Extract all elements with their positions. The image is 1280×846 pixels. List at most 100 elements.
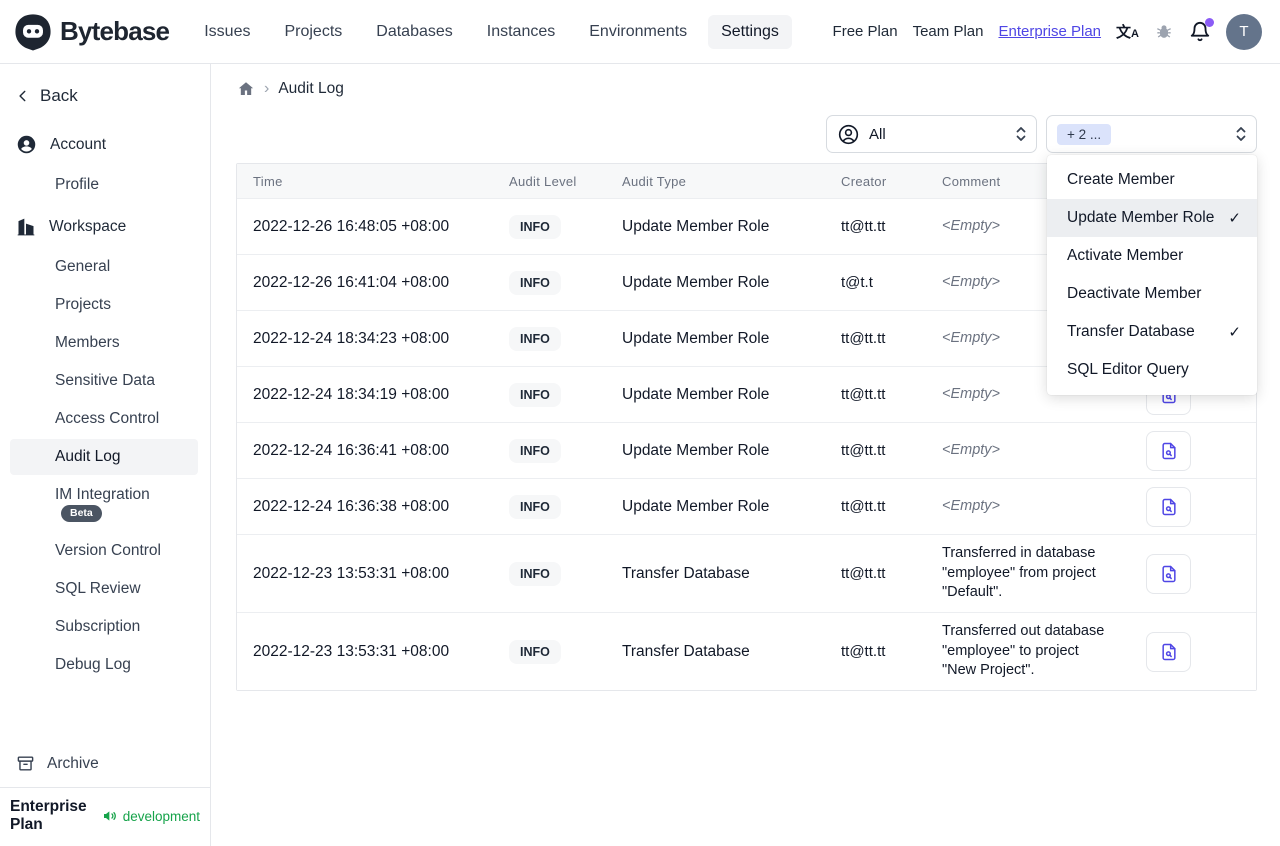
user-circle-icon	[837, 123, 860, 146]
table-row: 2022-12-24 16:36:41 +08:00 INFO Update M…	[237, 422, 1256, 478]
sidebar-item-version-control[interactable]: Version Control	[10, 533, 198, 569]
breadcrumb-current: Audit Log	[278, 80, 344, 97]
sidebar-item-subscription[interactable]: Subscription	[10, 609, 198, 645]
account-section-title: Account	[50, 135, 107, 153]
row-audit-type: Transfer Database	[622, 564, 750, 582]
row-comment: Transferred in database "employee" from …	[942, 545, 1096, 601]
speaker-icon	[102, 808, 118, 824]
bytebase-logo[interactable]: Bytebase	[14, 13, 170, 51]
nav-right-cluster: Free Plan Team Plan Enterprise Plan 文A T	[833, 13, 1262, 50]
view-detail-button[interactable]	[1146, 553, 1191, 594]
row-comment: <Empty>	[942, 441, 1001, 458]
sidebar-item-debug-log[interactable]: Debug Log	[10, 647, 198, 683]
chevron-updown-icon	[1235, 125, 1247, 143]
audit-level-badge: INFO	[509, 438, 561, 463]
audit-level-badge: INFO	[509, 494, 561, 519]
sidebar-item-access-control[interactable]: Access Control	[10, 401, 198, 437]
row-creator: tt@tt.tt	[841, 330, 886, 347]
nav-link-environments[interactable]: Environments	[576, 15, 700, 49]
bytebase-logo-icon	[14, 13, 52, 51]
row-creator: t@t.t	[841, 274, 873, 291]
audit-level-badge: INFO	[509, 382, 561, 407]
back-button[interactable]: Back	[0, 74, 210, 120]
breadcrumb-separator: ›	[264, 80, 270, 97]
row-creator: tt@tt.tt	[841, 386, 886, 403]
audit-level-badge: INFO	[509, 270, 561, 295]
environment-label: development	[122, 808, 200, 824]
row-audit-type: Update Member Role	[622, 217, 770, 235]
row-comment: Transferred out database "employee" to p…	[942, 623, 1105, 679]
column-header-time: Time	[253, 173, 283, 189]
menu-item-update-member-role[interactable]: Update Member Role ✓	[1047, 199, 1257, 237]
sidebar-item-general[interactable]: General	[10, 249, 198, 285]
avatar[interactable]: T	[1226, 13, 1262, 50]
current-plan-row: Enterprise Plan development	[0, 787, 210, 846]
nav-link-projects[interactable]: Projects	[271, 15, 355, 49]
row-audit-type: Update Member Role	[622, 497, 770, 515]
back-label: Back	[40, 86, 78, 105]
nav-link-instances[interactable]: Instances	[474, 15, 568, 49]
sidebar-item-sql-review[interactable]: SQL Review	[10, 571, 198, 607]
menu-item-activate-member[interactable]: Activate Member	[1047, 237, 1257, 275]
column-header-audit-level: Audit Level	[509, 173, 577, 189]
sidebar-item-audit-log[interactable]: Audit Log	[10, 439, 198, 475]
workspace-section-title: Workspace	[49, 218, 127, 235]
row-creator: tt@tt.tt	[841, 565, 886, 582]
nav-links: Issues Projects Databases Instances Envi…	[191, 14, 792, 49]
row-audit-type: Update Member Role	[622, 385, 770, 403]
beta-badge: Beta	[61, 504, 102, 522]
row-audit-type: Update Member Role	[622, 441, 770, 459]
free-plan-label[interactable]: Free Plan	[833, 23, 898, 40]
account-icon	[16, 134, 37, 155]
row-time: 2022-12-23 13:53:31 +08:00	[253, 564, 450, 582]
view-detail-button[interactable]	[1146, 631, 1191, 672]
translate-icon[interactable]: 文A	[1116, 21, 1139, 42]
nav-link-settings[interactable]: Settings	[708, 14, 792, 49]
column-header-audit-type: Audit Type	[622, 173, 687, 189]
view-detail-button[interactable]	[1146, 486, 1191, 527]
notification-dot	[1205, 17, 1214, 27]
sidebar-item-members[interactable]: Members	[10, 325, 198, 361]
chevron-updown-icon	[1015, 125, 1027, 143]
menu-item-deactivate-member[interactable]: Deactivate Member	[1047, 275, 1257, 313]
row-time: 2022-12-24 16:36:38 +08:00	[253, 497, 450, 515]
archive-label: Archive	[47, 754, 99, 772]
brand-name: Bytebase	[60, 16, 170, 46]
menu-item-transfer-database[interactable]: Transfer Database ✓	[1047, 313, 1257, 351]
row-time: 2022-12-23 13:53:31 +08:00	[253, 642, 450, 660]
sidebar-item-archive[interactable]: Archive	[0, 742, 210, 787]
row-comment: <Empty>	[942, 497, 1001, 514]
row-time: 2022-12-26 16:41:04 +08:00	[253, 273, 450, 291]
row-creator: tt@tt.tt	[841, 442, 886, 459]
creator-filter-select[interactable]: All	[826, 115, 1037, 153]
settings-sidebar: Back Account Profile Workspace General P…	[0, 64, 211, 846]
nav-link-databases[interactable]: Databases	[363, 15, 466, 49]
sidebar-item-projects[interactable]: Projects	[10, 287, 198, 323]
nav-link-issues[interactable]: Issues	[191, 15, 263, 49]
bug-icon[interactable]	[1154, 22, 1174, 42]
audit-level-badge: INFO	[509, 639, 561, 664]
column-header-creator: Creator	[841, 173, 887, 189]
check-icon: ✓	[1228, 324, 1241, 341]
row-audit-type: Update Member Role	[622, 273, 770, 291]
audit-level-badge: INFO	[509, 561, 561, 586]
audit-level-badge: INFO	[509, 214, 561, 239]
team-plan-label[interactable]: Team Plan	[913, 23, 984, 40]
view-detail-button[interactable]	[1146, 430, 1191, 471]
audit-type-filter-select[interactable]: + 2 ...	[1046, 115, 1257, 153]
breadcrumb: › Audit Log	[211, 64, 1280, 98]
enterprise-plan-link[interactable]: Enterprise Plan	[998, 23, 1101, 40]
sidebar-item-profile[interactable]: Profile	[10, 167, 198, 203]
home-icon[interactable]	[237, 80, 255, 98]
row-time: 2022-12-26 16:48:05 +08:00	[253, 217, 450, 235]
menu-item-sql-editor-query[interactable]: SQL Editor Query	[1047, 351, 1257, 389]
notifications-bell-icon[interactable]	[1189, 17, 1214, 43]
sidebar-section-account: Account	[0, 124, 210, 165]
row-audit-type: Transfer Database	[622, 642, 750, 660]
menu-item-create-member[interactable]: Create Member	[1047, 161, 1257, 199]
table-row: 2022-12-24 16:36:38 +08:00 INFO Update M…	[237, 478, 1256, 534]
sidebar-item-im-integration[interactable]: IM IntegrationBeta	[10, 477, 198, 531]
sidebar-item-sensitive-data[interactable]: Sensitive Data	[10, 363, 198, 399]
row-creator: tt@tt.tt	[841, 218, 886, 235]
table-row: 2022-12-23 13:53:31 +08:00 INFO Transfer…	[237, 534, 1256, 612]
